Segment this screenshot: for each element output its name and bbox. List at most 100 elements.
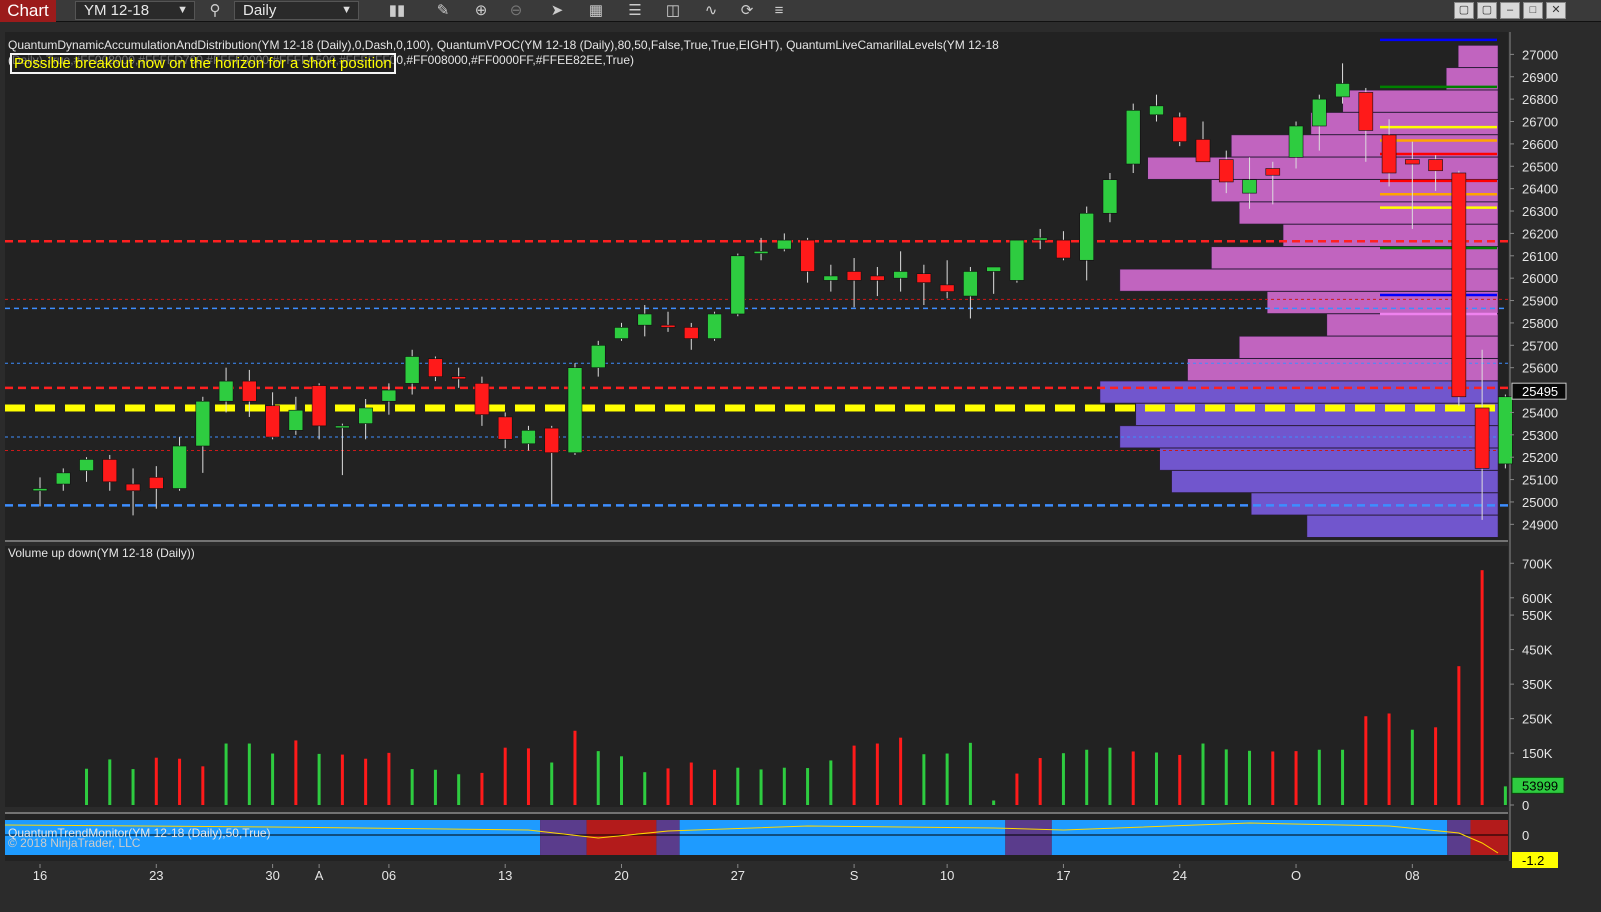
tile-window-icon[interactable]: ▢ <box>1454 2 1474 19</box>
volume-bar <box>480 772 484 805</box>
candle-body <box>1242 179 1257 194</box>
strategies-icon[interactable]: ☰ <box>624 1 646 20</box>
date-tick-label: A <box>315 868 324 883</box>
volume-bar <box>1410 729 1414 805</box>
price-tick-label: 26300 <box>1522 204 1558 219</box>
volume-tick-label: 450K <box>1522 643 1553 658</box>
maximize-button[interactable]: □ <box>1523 2 1543 19</box>
search-icon[interactable]: ⚲ <box>204 1 226 20</box>
toolbar: Chart YM 12-18 ▼ ⚲ Daily ▼ ▮▮ ✎ ⊕ ⊖ ➤ ▦ … <box>0 0 1601 22</box>
date-tick-label: 20 <box>614 868 628 883</box>
drawing-pencil-icon[interactable]: ✎ <box>432 1 454 20</box>
candle-body <box>916 273 932 283</box>
candle-body <box>1172 116 1188 142</box>
date-tick-label: 10 <box>940 868 954 883</box>
templates-icon[interactable]: ◫ <box>662 1 684 20</box>
trend-segment <box>1470 820 1508 855</box>
date-tick-label: 13 <box>498 868 512 883</box>
volume-bar <box>526 748 530 805</box>
candle-body <box>311 385 327 427</box>
volume-tick-label: 250K <box>1522 712 1553 727</box>
trend-segment <box>1005 820 1052 855</box>
volume-profile-row <box>1326 313 1499 337</box>
volume-profile-row <box>1171 470 1499 493</box>
volume-bar <box>1503 786 1507 805</box>
date-tick-label: 16 <box>33 868 47 883</box>
volume-bar <box>1178 754 1182 805</box>
candle-body <box>1032 237 1048 241</box>
minimize-button[interactable]: – <box>1500 2 1520 19</box>
instrument-selector[interactable]: YM 12-18 ▼ <box>75 1 195 20</box>
candle-body <box>614 327 629 339</box>
date-tick-label: 30 <box>265 868 279 883</box>
candle-body <box>846 271 862 281</box>
volume-bar <box>1038 758 1042 805</box>
candle-body <box>288 409 304 431</box>
bar-type-icon[interactable]: ▮▮ <box>386 1 408 20</box>
candle-body <box>1428 159 1443 172</box>
volume-tick-label: 600K <box>1522 591 1553 606</box>
chart-tab-label[interactable]: Chart <box>0 0 56 22</box>
volume-profile-row <box>1099 380 1499 404</box>
period-selector[interactable]: Daily ▼ <box>234 1 359 20</box>
price-tick-label: 26800 <box>1522 92 1558 107</box>
volume-profile-row <box>1250 492 1499 516</box>
volume-bar <box>875 743 879 805</box>
volume-bar <box>457 774 461 805</box>
volume-bar <box>410 769 414 805</box>
volume-bar <box>1341 749 1345 805</box>
candle-body <box>730 255 746 315</box>
zoom-out-icon[interactable]: ⊖ <box>505 1 527 20</box>
pointer-icon[interactable]: ➤ <box>546 1 568 20</box>
volume-bar <box>573 730 577 805</box>
close-button[interactable]: ✕ <box>1546 2 1566 19</box>
volume-bar <box>992 800 996 805</box>
refresh-icon[interactable]: ⟳ <box>736 1 758 20</box>
candle-body <box>404 356 420 384</box>
volume-bar <box>666 768 670 805</box>
volume-bar <box>643 772 647 805</box>
chevron-down-icon: ▼ <box>177 4 188 16</box>
volume-bar <box>1248 750 1252 805</box>
candle-body <box>79 459 94 471</box>
volume-bar <box>968 742 972 805</box>
volume-bar <box>1480 570 1484 805</box>
volume-bar <box>736 767 740 805</box>
candle-body <box>963 271 978 297</box>
chart-area[interactable]: 27000 26900 26800 26700 26600 26500 26400 26300… <box>0 23 1601 912</box>
volume-bar <box>503 747 507 805</box>
volume-bar <box>1131 751 1135 805</box>
trend-segment <box>1051 820 1448 855</box>
candle-body <box>55 472 71 485</box>
volume-bar <box>294 740 298 805</box>
price-tick-label: 26900 <box>1522 70 1558 85</box>
candle-body <box>939 284 955 292</box>
volume-bar <box>178 758 182 805</box>
candle-body <box>102 459 118 483</box>
candle-body <box>1125 110 1141 165</box>
trend-segment <box>656 820 680 855</box>
volume-panel <box>5 546 1508 807</box>
cascade-window-icon[interactable]: ▢ <box>1477 2 1497 19</box>
volume-bar <box>271 753 275 805</box>
volume-bar <box>131 769 135 805</box>
volume-bar <box>1387 713 1391 805</box>
candle-body <box>1451 172 1467 398</box>
date-tick-label: O <box>1291 868 1301 883</box>
volume-bar <box>852 745 856 805</box>
properties-list-icon[interactable]: ≡ <box>768 1 790 20</box>
candle-body <box>125 483 141 492</box>
zoom-in-icon[interactable]: ⊕ <box>470 1 492 20</box>
price-tick-label: 25800 <box>1522 316 1558 331</box>
indicators-icon[interactable]: ∿ <box>700 1 722 20</box>
price-tick-label: 26600 <box>1522 137 1558 152</box>
candle-body <box>590 345 606 368</box>
candle-body <box>823 275 839 281</box>
price-tick-label: 26400 <box>1522 182 1558 197</box>
candle-body <box>1149 105 1164 116</box>
data-box-icon[interactable]: ▦ <box>585 1 607 20</box>
price-tick-label: 25200 <box>1522 450 1558 465</box>
candle-body <box>544 427 560 454</box>
candle-body <box>1335 83 1350 98</box>
candle-body <box>335 425 350 429</box>
